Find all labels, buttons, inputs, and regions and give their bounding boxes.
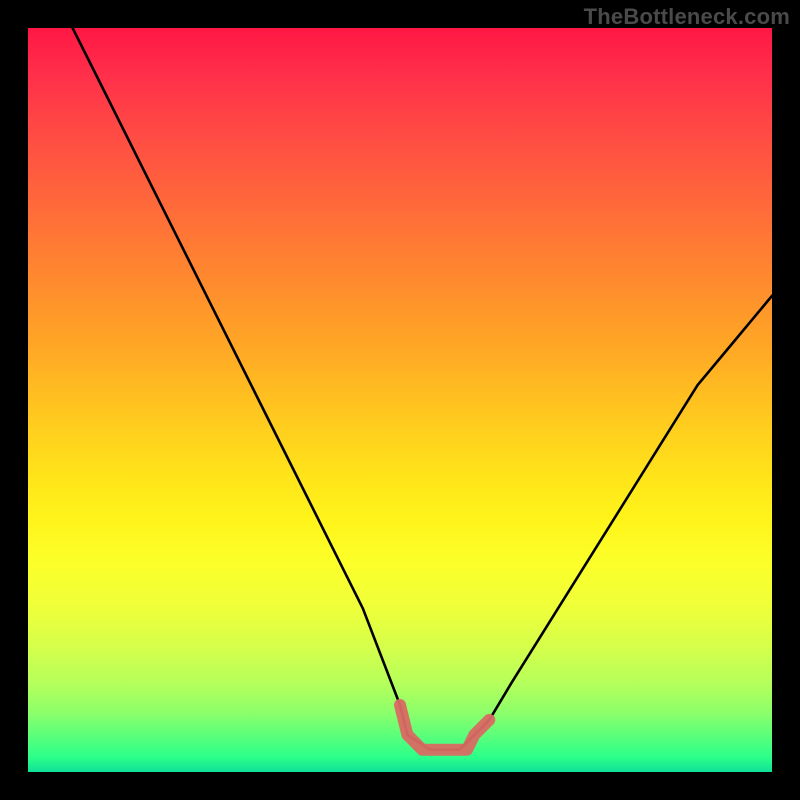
- chart-plot-area: [28, 28, 772, 772]
- valley-highlight-path: [400, 705, 489, 750]
- chart-svg: [28, 28, 772, 772]
- chart-frame: TheBottleneck.com: [0, 0, 800, 800]
- bottleneck-curve-path: [73, 28, 772, 750]
- watermark-label: TheBottleneck.com: [584, 4, 790, 30]
